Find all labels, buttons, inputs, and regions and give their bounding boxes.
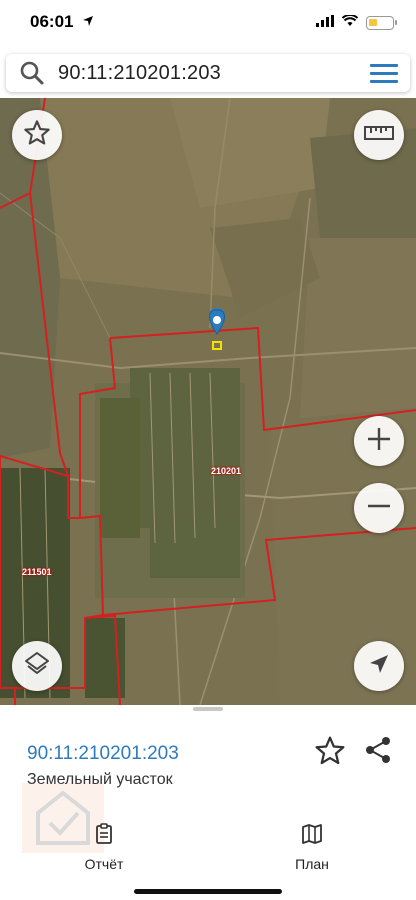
search-input[interactable]: 90:11:210201:203 bbox=[58, 62, 362, 85]
map-view[interactable]: 210201 211501 bbox=[0, 98, 416, 705]
report-icon bbox=[94, 823, 114, 850]
navigation-arrow-icon bbox=[368, 653, 390, 680]
search-icon[interactable] bbox=[12, 54, 52, 92]
zoom-in-button[interactable] bbox=[354, 416, 404, 466]
parcel-info-sheet: 90:11:210201:203 Земельный участок Отчёт… bbox=[0, 705, 416, 900]
menu-icon[interactable] bbox=[362, 54, 406, 92]
my-location-button[interactable] bbox=[354, 641, 404, 691]
layers-icon bbox=[23, 650, 51, 683]
parcel-label-left: 211501 bbox=[22, 567, 52, 577]
share-icon bbox=[364, 737, 392, 769]
share-button[interactable] bbox=[364, 735, 394, 767]
measure-button[interactable] bbox=[354, 110, 404, 160]
cellular-signal-icon bbox=[316, 14, 334, 32]
favorite-map-button[interactable] bbox=[12, 110, 62, 160]
parcel-cadastral-number[interactable]: 90:11:210201:203 bbox=[27, 743, 179, 765]
ruler-icon bbox=[364, 124, 394, 147]
sheet-drag-handle[interactable] bbox=[193, 707, 223, 711]
battery-icon bbox=[366, 16, 397, 30]
tab-report[interactable]: Отчёт bbox=[49, 823, 159, 873]
plus-icon bbox=[366, 426, 392, 457]
home-indicator[interactable] bbox=[134, 889, 282, 894]
favorite-button[interactable] bbox=[314, 735, 346, 767]
parcel-label-main: 210201 bbox=[211, 466, 242, 476]
location-arrow-icon bbox=[82, 14, 94, 32]
status-time: 06:01 bbox=[30, 12, 74, 31]
satellite-map[interactable] bbox=[0, 98, 416, 705]
search-bar[interactable]: 90:11:210201:203 bbox=[6, 54, 410, 92]
tab-plan[interactable]: План bbox=[257, 823, 367, 873]
layers-button[interactable] bbox=[12, 641, 62, 691]
status-indicators bbox=[316, 14, 397, 32]
minus-icon bbox=[366, 493, 392, 524]
star-icon bbox=[23, 119, 51, 152]
map-plan-icon bbox=[301, 823, 323, 850]
status-bar: 06:01 bbox=[0, 0, 416, 46]
star-icon bbox=[314, 736, 346, 771]
zoom-out-button[interactable] bbox=[354, 483, 404, 533]
tab-report-label: Отчёт bbox=[84, 856, 124, 872]
wifi-icon bbox=[341, 14, 359, 32]
tab-plan-label: План bbox=[295, 856, 329, 872]
